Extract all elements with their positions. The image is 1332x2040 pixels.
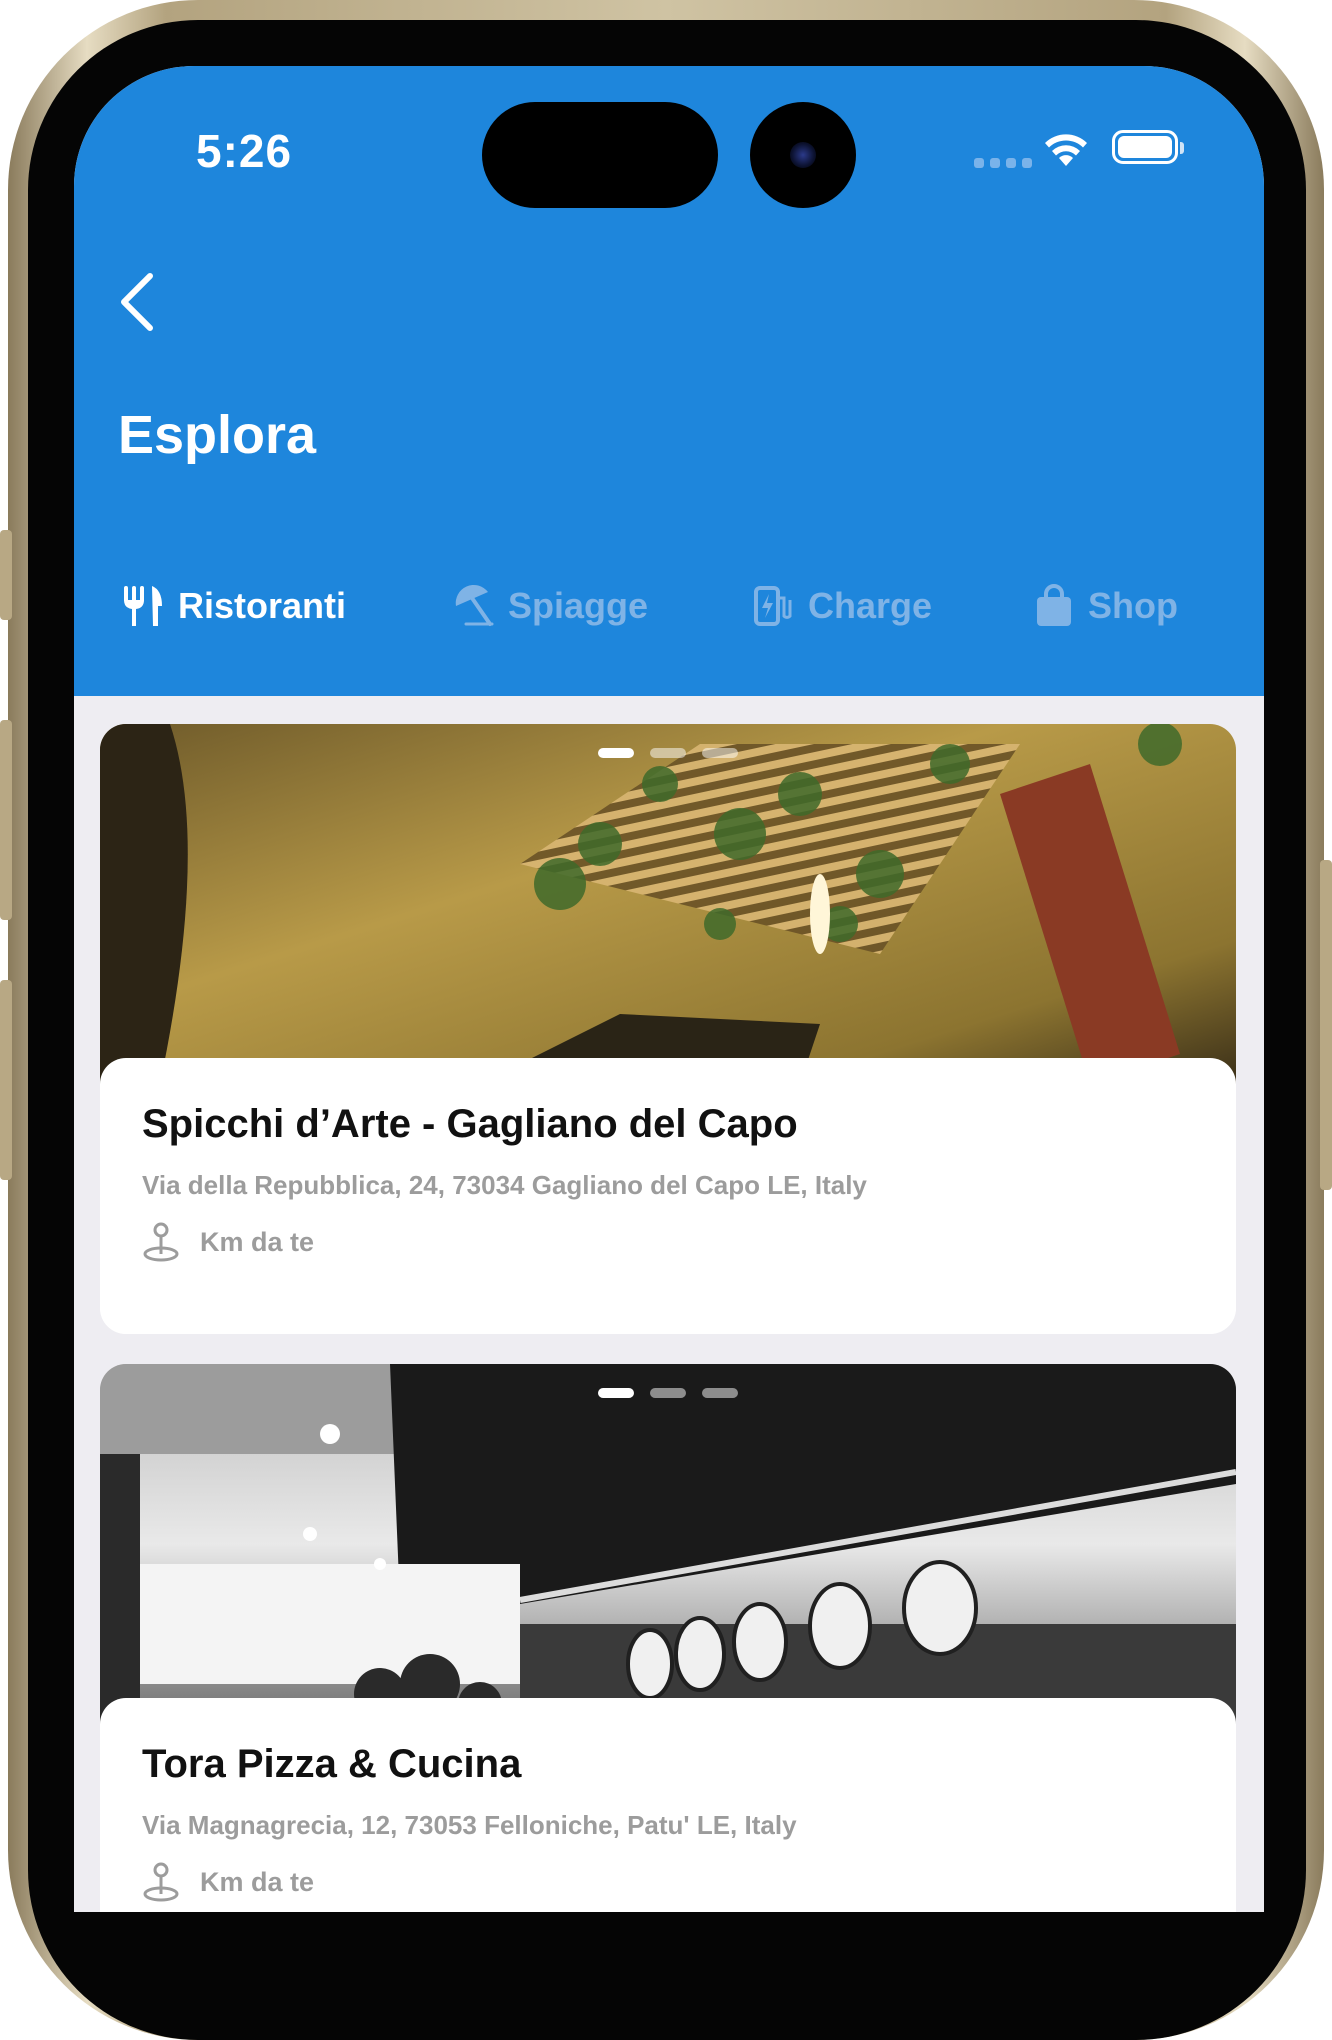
header: 5:26 Esplora Ristoranti Spiagge Charge S… bbox=[74, 66, 1264, 696]
app-screen: 5:26 Esplora Ristoranti Spiagge Charge S… bbox=[74, 66, 1264, 1912]
wifi-icon bbox=[1045, 134, 1087, 166]
location-pin-icon bbox=[143, 1862, 179, 1902]
place-card[interactable]: Spicchi d’Arte - Gagliano del Capo Via d… bbox=[100, 724, 1236, 1334]
battery-icon bbox=[1112, 130, 1184, 164]
restaurant-photo[interactable] bbox=[100, 724, 1236, 1084]
carousel-dot bbox=[702, 748, 738, 758]
place-name: Tora Pizza & Cucina bbox=[142, 1742, 522, 1786]
place-info: Tora Pizza & Cucina Via Magnagrecia, 12,… bbox=[100, 1698, 1236, 1912]
volume-down-button bbox=[0, 980, 12, 1180]
tab-ristoranti[interactable]: Ristoranti bbox=[122, 566, 346, 646]
status-time: 5:26 bbox=[196, 125, 293, 177]
carousel-indicator[interactable] bbox=[100, 748, 1236, 758]
carousel-dot bbox=[650, 748, 686, 758]
beach-umbrella-icon bbox=[455, 584, 494, 626]
place-address: Via della Repubblica, 24, 73034 Gagliano… bbox=[142, 1170, 867, 1200]
location-pin-icon bbox=[143, 1222, 179, 1262]
carousel-dot bbox=[702, 1388, 738, 1398]
back-button[interactable] bbox=[114, 270, 162, 334]
ev-charger-icon bbox=[754, 586, 792, 626]
tab-charge[interactable]: Charge bbox=[752, 566, 932, 646]
carousel-indicator[interactable] bbox=[100, 1388, 1236, 1398]
tab-label: Spiagge bbox=[508, 585, 649, 626]
place-card[interactable]: Tora Pizza & Cucina Via Magnagrecia, 12,… bbox=[100, 1364, 1236, 1912]
tab-label: Charge bbox=[808, 585, 933, 626]
carousel-dot bbox=[598, 1388, 634, 1398]
cellular-signal-icon bbox=[974, 158, 1032, 168]
action-button bbox=[0, 530, 12, 620]
distance-label: Km da te bbox=[200, 1226, 315, 1257]
dynamic-island bbox=[482, 102, 718, 208]
carousel-dot bbox=[598, 748, 634, 758]
place-distance: Km da te bbox=[142, 1222, 314, 1262]
shopping-bag-icon bbox=[1037, 584, 1071, 626]
category-tabs: Ristoranti Spiagge Charge Shop bbox=[74, 566, 1264, 666]
place-distance: Km da te bbox=[142, 1862, 314, 1902]
tab-spiagge[interactable]: Spiagge bbox=[452, 566, 648, 646]
tab-label: Ristoranti bbox=[178, 585, 347, 626]
place-address: Via Magnagrecia, 12, 73053 Felloniche, P… bbox=[142, 1810, 797, 1840]
fork-knife-icon bbox=[124, 586, 162, 626]
distance-label: Km da te bbox=[200, 1866, 315, 1897]
carousel-dot bbox=[650, 1388, 686, 1398]
restaurant-photo[interactable] bbox=[100, 1364, 1236, 1724]
tab-shop[interactable]: Shop bbox=[1034, 566, 1178, 646]
power-button bbox=[1320, 860, 1332, 1190]
place-name: Spicchi d’Arte - Gagliano del Capo bbox=[142, 1102, 798, 1146]
page-title: Esplora bbox=[118, 405, 317, 465]
tab-label: Shop bbox=[1088, 585, 1178, 626]
place-info: Spicchi d’Arte - Gagliano del Capo Via d… bbox=[100, 1058, 1236, 1334]
volume-up-button bbox=[0, 720, 12, 920]
front-camera bbox=[750, 102, 856, 208]
